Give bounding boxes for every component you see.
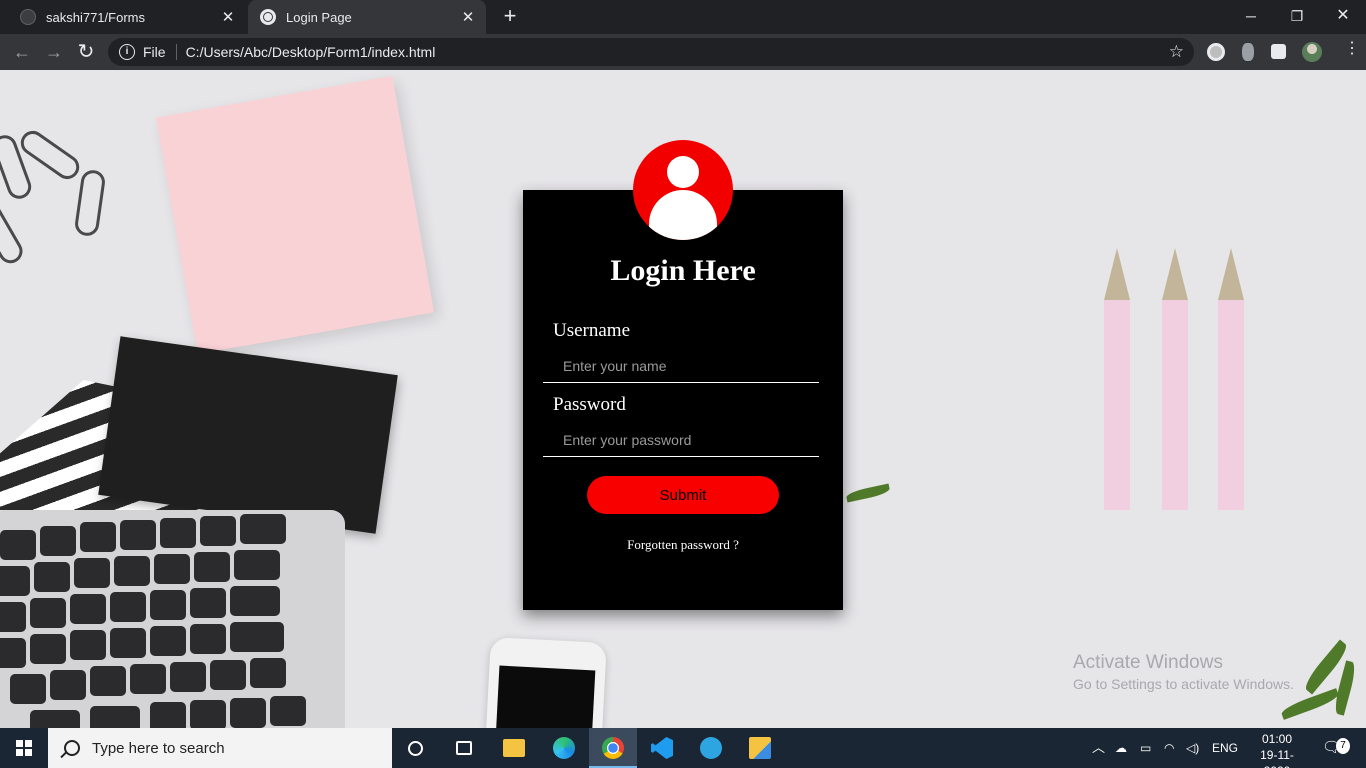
menu-icon[interactable]: ⋮ bbox=[1344, 41, 1360, 60]
start-button[interactable] bbox=[0, 728, 48, 768]
restore-button[interactable]: ❐ bbox=[1274, 0, 1320, 32]
clock-date: 19-11-2020 bbox=[1260, 748, 1294, 768]
paperclip-icon bbox=[0, 198, 27, 268]
tab-login-page[interactable]: Login Page ✕ bbox=[248, 0, 486, 34]
tab-github-forms[interactable]: sakshi771/Forms ✕ bbox=[8, 0, 246, 34]
password-label: Password bbox=[553, 394, 626, 415]
puzzle-icon[interactable] bbox=[1271, 44, 1286, 59]
pencil-image bbox=[1104, 300, 1130, 510]
circle-extension-icon[interactable] bbox=[1207, 43, 1225, 61]
forward-button[interactable]: → bbox=[42, 40, 66, 64]
telegram-icon[interactable] bbox=[687, 728, 735, 768]
github-icon bbox=[20, 9, 36, 25]
tab-label: sakshi771/Forms bbox=[46, 9, 145, 25]
login-title: Login Here bbox=[610, 254, 756, 287]
file-manager-icon[interactable] bbox=[736, 728, 784, 768]
address-bar[interactable]: i File C:/Users/Abc/Desktop/Form1/index.… bbox=[108, 38, 1194, 66]
windows-taskbar: Type here to search ︿ ☁ ▭ ◠ ◁) ENG 01:00… bbox=[0, 728, 1366, 768]
language-indicator[interactable]: ENG bbox=[1212, 728, 1238, 768]
file-explorer-icon[interactable] bbox=[490, 728, 538, 768]
onedrive-cloud-icon[interactable]: ☁ bbox=[1115, 728, 1127, 768]
back-button[interactable]: ← bbox=[10, 40, 34, 64]
show-hidden-icons-chevron-icon[interactable]: ︿ bbox=[1092, 728, 1105, 768]
chrome-icon[interactable] bbox=[589, 728, 637, 768]
windows-logo-icon bbox=[16, 740, 32, 756]
battery-icon[interactable]: ▭ bbox=[1140, 728, 1151, 768]
clock[interactable]: 01:00 19-11-2020 bbox=[1248, 731, 1306, 768]
profile-avatar[interactable] bbox=[1302, 42, 1322, 62]
close-tab-icon[interactable]: ✕ bbox=[218, 8, 238, 26]
search-icon bbox=[64, 740, 80, 756]
search-placeholder: Type here to search bbox=[92, 739, 225, 757]
edge-icon[interactable] bbox=[540, 728, 588, 768]
volume-icon[interactable]: ◁) bbox=[1186, 728, 1199, 768]
notification-count-badge: 7 bbox=[1336, 738, 1350, 754]
page-background: Login Here Username Password Submit Forg… bbox=[0, 70, 1366, 728]
clock-time: 01:00 bbox=[1261, 732, 1293, 746]
vscode-icon[interactable] bbox=[638, 728, 686, 768]
user-avatar-icon bbox=[633, 140, 733, 240]
forgot-password-link[interactable]: Forgotten password ? bbox=[523, 537, 843, 553]
tab-label: Login Page bbox=[286, 9, 352, 25]
laptop-keyboard-image bbox=[0, 510, 345, 728]
browser-toolbar: ← → ↻ i File C:/Users/Abc/Desktop/Form1/… bbox=[0, 34, 1366, 70]
password-input[interactable] bbox=[543, 423, 819, 457]
task-view-icon[interactable] bbox=[440, 728, 488, 768]
submit-button[interactable]: Submit bbox=[587, 476, 779, 514]
sticky-note-image bbox=[155, 75, 435, 355]
info-icon[interactable]: i bbox=[119, 44, 135, 60]
phone-image bbox=[485, 637, 607, 728]
new-tab-button[interactable]: + bbox=[497, 4, 523, 30]
pencil-tip bbox=[1104, 248, 1130, 300]
cortana-icon[interactable] bbox=[392, 728, 440, 768]
close-tab-icon[interactable]: ✕ bbox=[458, 8, 478, 26]
reload-button[interactable]: ↻ bbox=[74, 40, 98, 64]
username-label: Username bbox=[553, 320, 631, 341]
taskbar-search[interactable]: Type here to search bbox=[48, 728, 392, 768]
pencil-tip bbox=[1162, 248, 1188, 300]
leaf-image bbox=[845, 483, 891, 503]
pin-extension-icon[interactable] bbox=[1242, 43, 1254, 61]
pencil-tip bbox=[1218, 248, 1244, 300]
activate-windows-subtitle: Go to Settings to activate Windows. bbox=[1073, 676, 1294, 692]
bookmark-star-icon[interactable]: ☆ bbox=[1169, 42, 1184, 62]
minimize-button[interactable]: ─ bbox=[1228, 0, 1274, 32]
scheme-label: File bbox=[143, 44, 166, 60]
login-card: Login Here Username Password Submit Forg… bbox=[523, 140, 843, 610]
tab-strip: sakshi771/Forms ✕ Login Page ✕ + ─ ❐ ✕ bbox=[0, 0, 1366, 34]
divider bbox=[175, 44, 177, 60]
pencil-image bbox=[1218, 300, 1244, 510]
username-input[interactable] bbox=[543, 349, 819, 383]
wifi-icon[interactable]: ◠ bbox=[1164, 728, 1174, 768]
paperclip-icon bbox=[73, 168, 107, 238]
url-text[interactable]: C:/Users/Abc/Desktop/Form1/index.html bbox=[186, 44, 436, 60]
activate-windows-title: Activate Windows bbox=[1073, 652, 1223, 673]
pencil-image bbox=[1162, 300, 1188, 510]
globe-icon bbox=[260, 9, 276, 25]
close-window-button[interactable]: ✕ bbox=[1320, 0, 1366, 32]
